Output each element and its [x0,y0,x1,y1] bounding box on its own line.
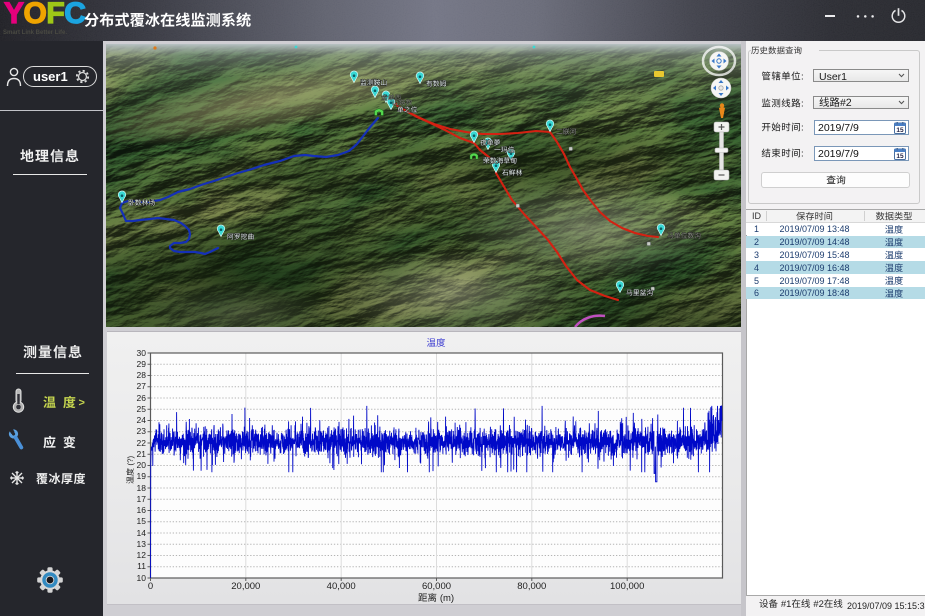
svg-text:15: 15 [896,153,904,160]
svg-text:15: 15 [896,127,904,134]
